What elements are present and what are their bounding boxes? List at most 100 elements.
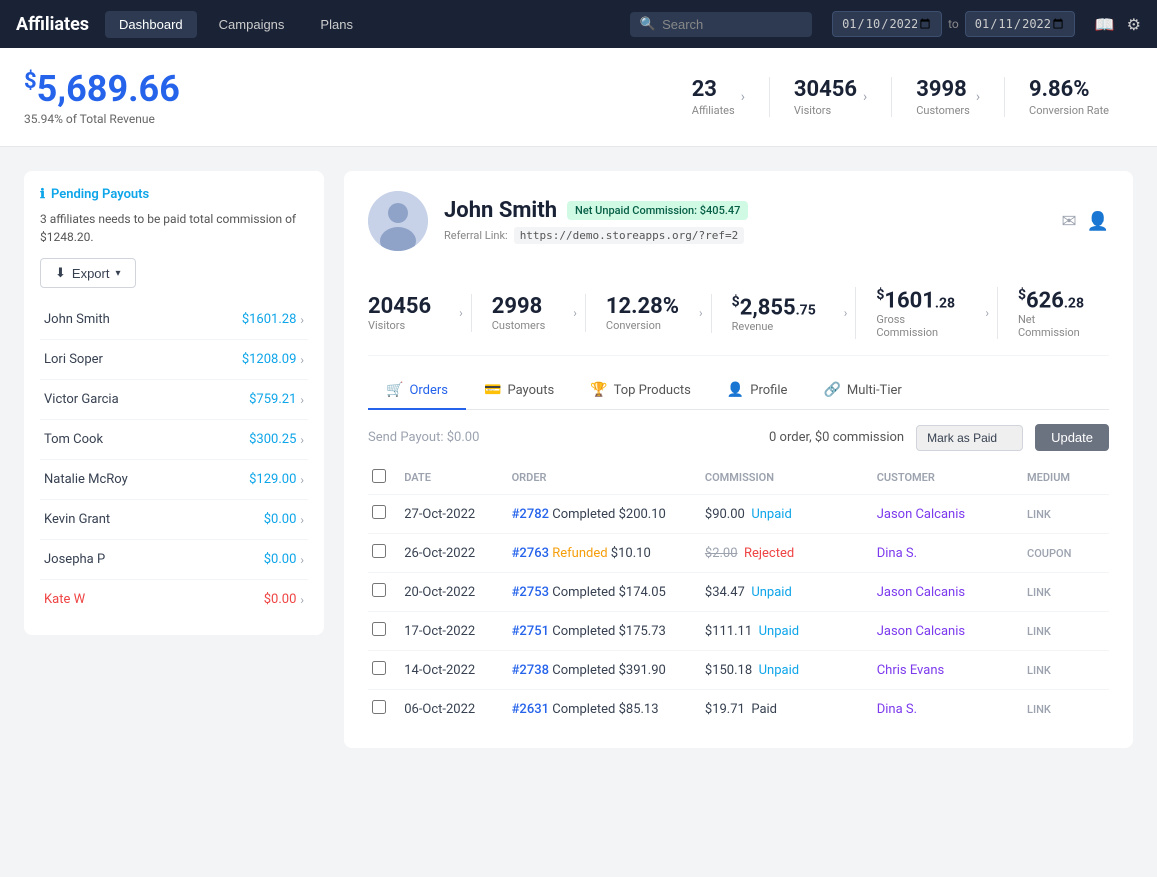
update-button[interactable]: Update	[1035, 424, 1109, 451]
customer-link[interactable]: Chris Evans	[877, 663, 945, 678]
metric-arrow: ›	[699, 306, 703, 320]
customer-cell: Chris Evans	[873, 651, 1023, 690]
mark-paid-select[interactable]: Mark as Paid Mark as Unpaid	[916, 425, 1023, 451]
commission-cell: $111.11 Unpaid	[701, 612, 873, 651]
customer-cell: Jason Calcanis	[873, 495, 1023, 534]
order-info-cell: #2738 Completed $391.90	[508, 651, 701, 690]
search-input[interactable]	[662, 17, 802, 32]
nav-campaigns[interactable]: Campaigns	[205, 11, 299, 38]
chevron-right-icon: ›	[300, 513, 304, 527]
tab-payouts[interactable]: 💳 Payouts	[466, 372, 572, 410]
stat-conversion-label: Conversion Rate	[1029, 104, 1109, 117]
order-info-cell: #2763 Refunded $10.10	[508, 534, 701, 573]
select-all-checkbox[interactable]	[372, 469, 386, 483]
orders-table: DATE ORDER COMMISSION CUSTOMER MEDIUM 27…	[368, 461, 1109, 728]
detail-tabs: 🛒 Orders 💳 Payouts 🏆 Top Products 👤 Prof…	[368, 372, 1109, 410]
stat-customers-number: 3998	[916, 77, 970, 102]
metric-net-commission: $626.28 Net Commission	[997, 287, 1109, 339]
row-checkbox[interactable]	[372, 505, 386, 519]
order-number-link[interactable]: #2763	[512, 546, 549, 561]
row-checkbox[interactable]	[372, 544, 386, 558]
order-date: 26-Oct-2022	[400, 534, 507, 573]
metric-customers-value: 2998	[492, 294, 546, 319]
order-number-link[interactable]: #2782	[512, 507, 549, 522]
list-item[interactable]: John Smith $1601.28 ›	[40, 300, 308, 340]
user-circle-icon[interactable]: 👤	[1087, 211, 1109, 232]
customer-link[interactable]: Dina S.	[877, 546, 917, 561]
book-icon[interactable]: 📖	[1095, 15, 1115, 34]
payment-status: Unpaid	[751, 585, 791, 600]
customer-cell: Dina S.	[873, 534, 1023, 573]
tab-orders[interactable]: 🛒 Orders	[368, 372, 466, 410]
export-chevron-icon: ▾	[115, 268, 120, 279]
affiliate-name-1: Lori Soper	[44, 352, 103, 367]
top-products-icon: 🏆	[590, 382, 607, 398]
order-number-link[interactable]: #2751	[512, 624, 549, 639]
medium-cell: LINK	[1023, 690, 1109, 729]
metric-gross-commission-label: Gross Commission	[876, 313, 957, 339]
list-item[interactable]: Tom Cook $300.25 ›	[40, 420, 308, 460]
list-item[interactable]: Victor Garcia $759.21 ›	[40, 380, 308, 420]
list-item[interactable]: Natalie McRoy $129.00 ›	[40, 460, 308, 500]
tab-profile-label: Profile	[750, 383, 787, 398]
tab-profile[interactable]: 👤 Profile	[709, 372, 806, 410]
commission-value: $19.71	[705, 702, 745, 717]
order-amount: $174.05	[619, 585, 666, 600]
customer-cell: Dina S.	[873, 690, 1023, 729]
pending-payouts-desc: 3 affiliates needs to be paid total comm…	[40, 210, 308, 246]
revenue-sub: 35.94% of Total Revenue	[24, 112, 180, 126]
affiliate-card: John Smith Net Unpaid Commission: $405.4…	[344, 171, 1133, 748]
commission-cell: $34.47 Unpaid	[701, 573, 873, 612]
order-amount: $85.13	[619, 702, 659, 717]
nav-plans[interactable]: Plans	[306, 11, 367, 38]
list-item[interactable]: Kevin Grant $0.00 ›	[40, 500, 308, 540]
medium-cell: LINK	[1023, 612, 1109, 651]
tab-multi-tier[interactable]: 🔗 Multi-Tier	[805, 372, 919, 410]
customer-link[interactable]: Jason Calcanis	[877, 585, 965, 600]
order-date: 14-Oct-2022	[400, 651, 507, 690]
row-checkbox[interactable]	[372, 622, 386, 636]
commission-value: $150.18	[705, 663, 752, 678]
metric-gross-commission: $1601.28 Gross Commission	[855, 287, 977, 339]
pending-payouts-panel: ℹ Pending Payouts 3 affiliates needs to …	[24, 171, 324, 635]
order-status: Completed	[552, 663, 615, 678]
email-icon[interactable]: ✉	[1061, 211, 1076, 232]
list-item[interactable]: Josepha P $0.00 ›	[40, 540, 308, 580]
affiliate-amount-2: $759.21 ›	[249, 392, 304, 407]
affiliate-amount-5: $0.00 ›	[264, 512, 304, 527]
customer-link[interactable]: Dina S.	[877, 702, 917, 717]
affiliate-name-5: Kevin Grant	[44, 512, 110, 527]
order-status: Completed	[552, 702, 615, 717]
send-payout-btn[interactable]: Send Payout: $0.00	[368, 430, 479, 445]
order-number-link[interactable]: #2738	[512, 663, 549, 678]
table-header-row: DATE ORDER COMMISSION CUSTOMER MEDIUM	[368, 461, 1109, 495]
metric-visitors-value: 20456	[368, 294, 431, 319]
payment-status: Unpaid	[751, 507, 791, 522]
col-header-date: DATE	[400, 461, 507, 495]
date-from-input[interactable]	[832, 11, 942, 37]
row-checkbox[interactable]	[372, 700, 386, 714]
nav-dashboard[interactable]: Dashboard	[105, 11, 197, 38]
table-row: 27-Oct-2022 #2782 Completed $200.10 $90.…	[368, 495, 1109, 534]
row-checkbox[interactable]	[372, 583, 386, 597]
customer-link[interactable]: Jason Calcanis	[877, 507, 965, 522]
order-number-link[interactable]: #2631	[512, 702, 549, 717]
commission-cell: $150.18 Unpaid	[701, 651, 873, 690]
revenue-block: $5,689.66 35.94% of Total Revenue	[24, 68, 180, 126]
net-unpaid-badge: Net Unpaid Commission: $405.47	[567, 201, 748, 220]
list-item[interactable]: Kate W $0.00 ›	[40, 580, 308, 619]
header-icons: 📖 ⚙	[1095, 15, 1141, 34]
metric-customers-label: Customers	[492, 319, 546, 332]
row-checkbox[interactable]	[372, 661, 386, 675]
col-header-order: ORDER	[508, 461, 701, 495]
order-amount: $175.73	[619, 624, 666, 639]
list-item[interactable]: Lori Soper $1208.09 ›	[40, 340, 308, 380]
order-number-link[interactable]: #2753	[512, 585, 549, 600]
gear-icon[interactable]: ⚙	[1127, 15, 1141, 34]
table-row: 14-Oct-2022 #2738 Completed $391.90 $150…	[368, 651, 1109, 690]
date-to-input[interactable]	[965, 11, 1075, 37]
tab-top-products[interactable]: 🏆 Top Products	[572, 372, 709, 410]
export-button[interactable]: ⬇ Export ▾	[40, 258, 136, 288]
referral-link: Referral Link: https://demo.storeapps.or…	[444, 227, 1045, 244]
customer-link[interactable]: Jason Calcanis	[877, 624, 965, 639]
